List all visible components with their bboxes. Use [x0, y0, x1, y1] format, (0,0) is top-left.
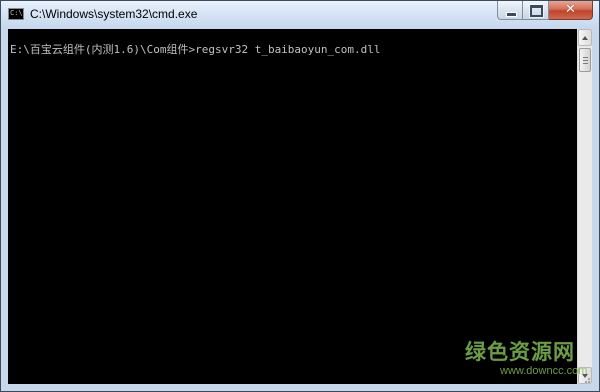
caption-buttons: ✕: [497, 1, 593, 21]
arrow-up-icon: [582, 36, 588, 40]
close-icon: ✕: [565, 2, 576, 17]
minimize-button[interactable]: [497, 1, 523, 20]
minimize-icon: [506, 12, 517, 17]
console-window: C:\ C:\Windows\system32\cmd.exe ✕ E:\百宝云…: [0, 0, 600, 392]
cmd-icon[interactable]: C:\: [8, 8, 24, 20]
scroll-up-button[interactable]: [578, 29, 592, 46]
vertical-scrollbar[interactable]: [577, 29, 592, 384]
resize-grip-icon[interactable]: [577, 375, 592, 384]
command-line: E:\百宝云组件(内测1.6)\Com组件>regsvr32 t_baibaoy…: [10, 43, 381, 56]
scroll-thumb[interactable]: [579, 48, 591, 72]
maximize-icon: [529, 4, 544, 18]
close-button[interactable]: ✕: [549, 1, 593, 20]
console-output[interactable]: E:\百宝云组件(内测1.6)\Com组件>regsvr32 t_baibaoy…: [8, 29, 577, 384]
maximize-button[interactable]: [523, 1, 549, 20]
window-title: C:\Windows\system32\cmd.exe: [30, 7, 198, 21]
title-bar[interactable]: C:\ C:\Windows\system32\cmd.exe ✕: [1, 1, 599, 28]
